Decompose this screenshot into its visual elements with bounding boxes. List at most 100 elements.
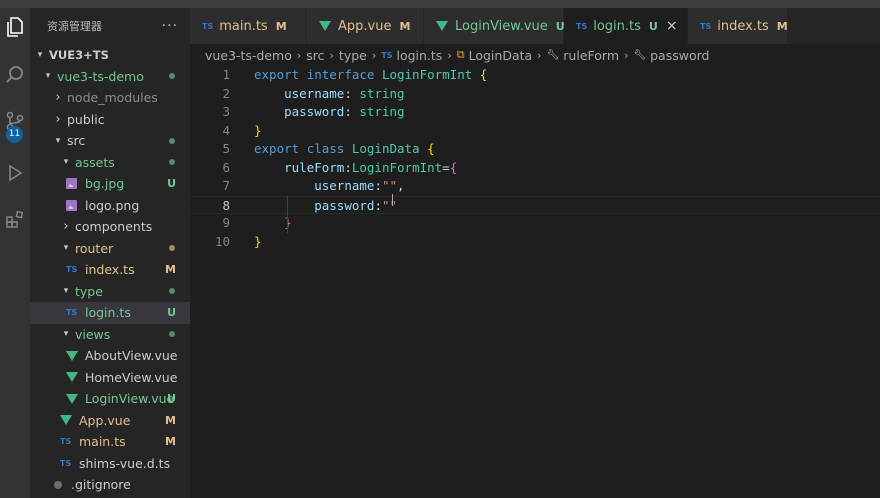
image-file-icon bbox=[66, 178, 82, 190]
close-icon[interactable]: × bbox=[666, 18, 678, 34]
file-tree: ▾ vue3-ts-demo › node_modules › public ▾ src ▾ as… bbox=[30, 66, 190, 496]
tree-file[interactable]: LoginView.vue U bbox=[30, 388, 190, 410]
line-number: 9 bbox=[222, 215, 230, 230]
modified-dot-icon bbox=[169, 73, 175, 80]
tree-file[interactable]: TS shims-vue.d.ts bbox=[30, 453, 190, 475]
tree-folder[interactable]: ▾ router bbox=[30, 238, 190, 260]
chevron-down-icon: ▾ bbox=[45, 71, 51, 82]
more-actions-icon[interactable]: ··· bbox=[162, 18, 178, 34]
breadcrumb-item[interactable]: ruleForm bbox=[563, 48, 619, 63]
files-icon[interactable] bbox=[0, 12, 30, 42]
extensions-icon[interactable] bbox=[0, 204, 30, 234]
tree-file[interactable]: AboutView.vue bbox=[30, 345, 190, 367]
breadcrumb-item[interactable]: src bbox=[306, 48, 324, 63]
tree-item-label: shims-vue.d.ts bbox=[79, 455, 171, 471]
editor-tabs: TS main.ts M App.vue M LoginView.vue U TS login.… bbox=[190, 8, 880, 44]
code-line: 3 password: string bbox=[190, 103, 880, 122]
chevron-right-icon: › bbox=[329, 48, 334, 62]
tree-file[interactable]: logo.png bbox=[30, 195, 190, 217]
code-token: "" bbox=[381, 178, 398, 193]
line-number: 10 bbox=[214, 233, 230, 249]
breadcrumb-item[interactable]: LoginData bbox=[469, 48, 533, 63]
tree-file[interactable]: TS login.ts U bbox=[30, 302, 190, 324]
code-text: } bbox=[254, 214, 292, 233]
tab-app-vue[interactable]: App.vue M bbox=[307, 8, 424, 44]
tree-folder[interactable]: › components bbox=[30, 216, 190, 238]
tree-folder[interactable]: › node_modules bbox=[30, 87, 190, 109]
tree-item-label: router bbox=[75, 240, 114, 256]
tab-index-ts[interactable]: TS index.ts M bbox=[688, 8, 788, 44]
line-number: 7 bbox=[222, 178, 230, 193]
chevron-down-icon: ▾ bbox=[37, 49, 43, 60]
code-token: : bbox=[344, 104, 360, 119]
scm-badge: 11 bbox=[6, 126, 23, 143]
breadcrumb-item[interactable]: vue3-ts-demo bbox=[205, 48, 292, 63]
tab-loginview-vue[interactable]: LoginView.vue U bbox=[424, 8, 565, 44]
typescript-file-icon: TS bbox=[60, 437, 72, 447]
git-status-badge: M bbox=[275, 19, 287, 33]
tab-main-ts[interactable]: TS main.ts M bbox=[190, 8, 307, 44]
tree-file[interactable]: TS main.ts M bbox=[30, 431, 190, 453]
tree-folder[interactable]: ▾ type bbox=[30, 281, 190, 303]
tree-folder[interactable]: ▾ vue3-ts-demo bbox=[30, 66, 190, 88]
code-token: LoginData bbox=[351, 141, 420, 156]
modified-dot-icon bbox=[169, 245, 175, 252]
code-token: } bbox=[254, 233, 262, 249]
tab-login-ts[interactable]: TS login.ts U × bbox=[564, 8, 688, 44]
code-token: export bbox=[254, 67, 300, 82]
breadcrumb-item[interactable]: login.ts bbox=[396, 48, 442, 63]
git-status-badge: U bbox=[167, 177, 176, 191]
code-token: username bbox=[284, 85, 345, 101]
tree-item-label: type bbox=[75, 283, 103, 299]
git-status-badge: M bbox=[776, 19, 788, 33]
tree-item-label: index.ts bbox=[85, 262, 135, 278]
tree-file[interactable]: .gitignore bbox=[30, 474, 190, 496]
tree-item-label: login.ts bbox=[85, 305, 131, 321]
tab-label: login.ts bbox=[593, 18, 641, 34]
chevron-right-icon: › bbox=[55, 111, 61, 127]
tree-item-label: views bbox=[75, 326, 111, 342]
code-token: interface bbox=[306, 67, 375, 82]
tree-item-label: assets bbox=[75, 154, 115, 170]
code-editor[interactable]: 1 export interface LoginFormInt {2 userna… bbox=[190, 66, 880, 498]
vue-file-icon bbox=[66, 393, 82, 404]
chevron-down-icon: ▾ bbox=[63, 329, 69, 340]
code-token: export bbox=[254, 141, 300, 156]
code-token: string bbox=[359, 85, 405, 101]
image-file-icon bbox=[66, 199, 82, 211]
tree-item-label: AboutView.vue bbox=[85, 348, 178, 364]
code-text: export interface LoginFormInt { bbox=[254, 66, 487, 85]
tree-folder[interactable]: › public bbox=[30, 109, 190, 131]
tree-file[interactable]: bg.jpg U bbox=[30, 173, 190, 195]
chevron-down-icon: ▾ bbox=[63, 157, 69, 168]
tree-file[interactable]: App.vue M bbox=[30, 410, 190, 432]
breadcrumb-item[interactable]: password bbox=[650, 48, 709, 63]
explorer-title: 资源管理器 bbox=[47, 20, 102, 33]
tree-file[interactable]: HomeView.vue bbox=[30, 367, 190, 389]
code-token: = bbox=[442, 159, 450, 175]
chevron-right-icon: › bbox=[55, 90, 61, 106]
chevron-right-icon: › bbox=[371, 48, 377, 62]
workspace-root[interactable]: ▾ VUE3+TS bbox=[30, 44, 190, 66]
tree-folder[interactable]: ▾ assets bbox=[30, 152, 190, 174]
code-token: { bbox=[427, 141, 435, 156]
tab-label: main.ts bbox=[219, 18, 268, 34]
tree-file[interactable]: TS index.ts M bbox=[30, 259, 190, 281]
tab-label: LoginView.vue bbox=[455, 18, 548, 34]
typescript-file-icon: TS bbox=[66, 265, 78, 275]
breadcrumb-item[interactable]: type bbox=[339, 48, 367, 63]
chevron-right-icon: › bbox=[537, 48, 542, 62]
tree-folder[interactable]: ▾ views bbox=[30, 324, 190, 346]
vue-file-icon bbox=[60, 415, 76, 426]
code-lines: 1 export interface LoginFormInt {2 userna… bbox=[190, 66, 880, 251]
search-icon[interactable] bbox=[0, 60, 30, 90]
indent-guide bbox=[287, 196, 288, 233]
tree-folder[interactable]: ▾ src bbox=[30, 130, 190, 152]
run-debug-icon[interactable] bbox=[0, 158, 30, 188]
